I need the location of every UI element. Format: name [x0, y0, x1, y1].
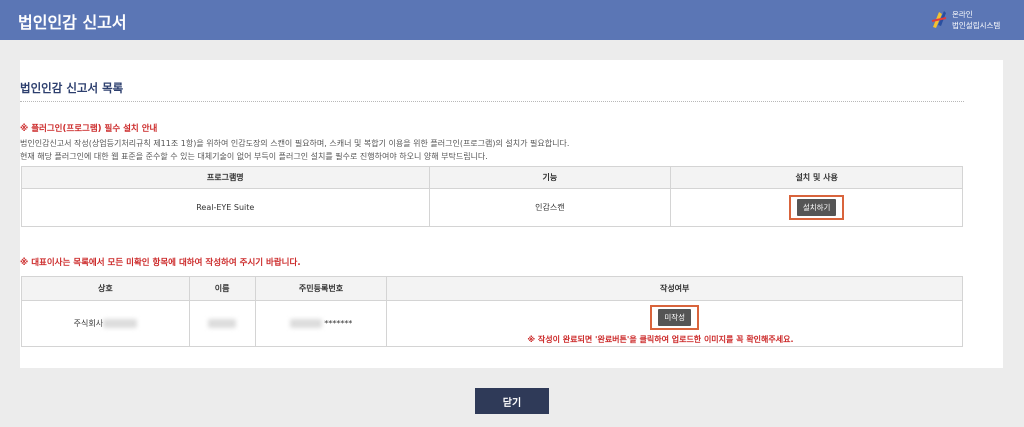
function-cell: 인감스캔	[428, 188, 672, 227]
header-name: 이름	[188, 276, 256, 301]
table-row: Real-EYE Suite 인감스캔 설치하기	[21, 188, 963, 227]
rep-table-header-row: 상호 이름 주민등록번호 작성여부	[21, 276, 963, 301]
company-cell: 주식회사	[21, 300, 190, 347]
system-logo: 온라인 법인설립시스템	[930, 7, 1010, 33]
logo-icon	[931, 11, 947, 28]
app-header: 법인인감 신고서 온라인 법인설립시스템	[0, 0, 1024, 40]
install-cell: 설치하기	[670, 188, 963, 227]
plugin-table: 프로그램명 기능 설치 및 사용 Real-EYE Suite 인감스캔 설치하…	[21, 166, 963, 227]
plugin-table-header-row: 프로그램명 기능 설치 및 사용	[21, 166, 963, 189]
table-row: 주식회사 ******* 미작성 ※ 작성이 완료되면 '완료버튼'을 클릭하여…	[21, 300, 963, 347]
program-name-cell: Real-EYE Suite	[21, 188, 430, 227]
rrn-cell: *******	[254, 300, 388, 347]
logo-text-line2: 법인설립시스템	[952, 21, 1001, 30]
representative-table: 상호 이름 주민등록번호 작성여부 주식회사 ******* 미작성 ※ 작성이…	[21, 276, 963, 347]
not-written-button[interactable]: 미작성	[658, 308, 692, 326]
upload-confirm-note: ※ 작성이 완료되면 '완료버튼'을 클릭하여 업로드한 이미지를 꼭 확인해주…	[527, 334, 794, 344]
redacted-company	[103, 319, 138, 328]
install-button[interactable]: 설치하기	[796, 199, 837, 216]
logo-text-line1: 온라인	[952, 10, 973, 19]
close-button[interactable]: 닫기	[475, 388, 549, 414]
header-status: 작성여부	[386, 276, 963, 301]
company-prefix: 주식회사	[73, 319, 104, 328]
header-install: 설치 및 사용	[670, 166, 963, 189]
page-title: 법인인감 신고서	[18, 13, 127, 32]
plugin-notice-line1: 법인인감신고서 작성(상업등기처리규칙 제11조 1항)을 위하여 인감도장의 …	[20, 139, 570, 148]
redacted-rrn	[289, 319, 322, 328]
representative-notice: ※ 대표이사는 목록에서 모든 미확인 항목에 대하여 작성하여 주시기 바랍니…	[20, 258, 301, 268]
redacted-name	[208, 319, 237, 328]
section-title: 법인인감 신고서 목록	[20, 81, 124, 95]
header-function: 기능	[428, 166, 672, 189]
header-program-name: 프로그램명	[21, 166, 430, 189]
status-highlight: 미작성	[650, 304, 700, 330]
header-company: 상호	[21, 276, 190, 301]
plugin-notice-heading: ※ 플러그인(프로그램) 필수 설치 안내	[20, 124, 158, 134]
plugin-notice-line2: 현재 해당 플러그인에 대한 웹 표준을 준수할 수 있는 대체기술이 없어 부…	[20, 152, 488, 161]
install-highlight: 설치하기	[788, 195, 845, 220]
status-cell: 미작성 ※ 작성이 완료되면 '완료버튼'을 클릭하여 업로드한 이미지를 꼭 …	[386, 300, 963, 347]
section-divider	[20, 101, 964, 102]
header-rrn: 주민등록번호	[254, 276, 388, 301]
rrn-mask: *******	[324, 319, 353, 328]
name-cell	[188, 300, 256, 347]
